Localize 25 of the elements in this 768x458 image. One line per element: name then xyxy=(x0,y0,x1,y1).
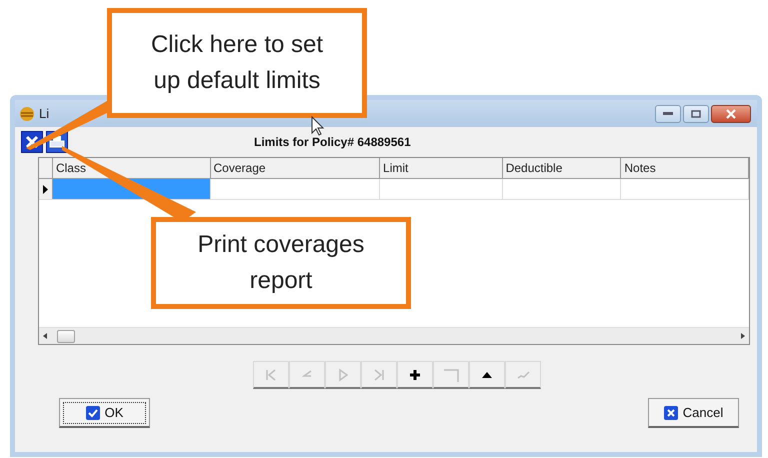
scroll-left-icon[interactable] xyxy=(41,332,49,340)
row-indicator[interactable] xyxy=(39,179,53,199)
minimize-button[interactable] xyxy=(655,104,681,122)
column-header[interactable]: Deductible xyxy=(502,158,622,178)
cancel-button[interactable]: Cancel xyxy=(648,398,739,428)
printer-icon xyxy=(49,135,65,149)
close-button[interactable] xyxy=(711,104,751,122)
column-header[interactable]: Limit xyxy=(380,158,503,178)
close-icon xyxy=(664,406,678,420)
column-header[interactable]: Notes xyxy=(621,158,749,178)
callout-text: Click here to set up default limits xyxy=(150,30,324,96)
maximize-button[interactable] xyxy=(683,104,709,122)
callout-text: Print coverages report xyxy=(196,230,366,296)
window-title: Li xyxy=(39,104,50,123)
app-icon xyxy=(19,106,35,122)
close-icon xyxy=(726,108,736,118)
maximize-icon xyxy=(691,110,701,118)
navigator-button[interactable] xyxy=(397,361,433,389)
scrollbar-thumb[interactable] xyxy=(57,330,75,342)
column-header[interactable]: Coverage xyxy=(210,158,380,178)
navigator-button[interactable] xyxy=(469,361,505,389)
ok-button[interactable]: OK xyxy=(59,398,150,428)
scroll-right-icon[interactable] xyxy=(739,332,747,340)
policy-heading: Limits for Policy# 64889561 xyxy=(254,134,411,151)
minimize-icon xyxy=(663,112,673,116)
